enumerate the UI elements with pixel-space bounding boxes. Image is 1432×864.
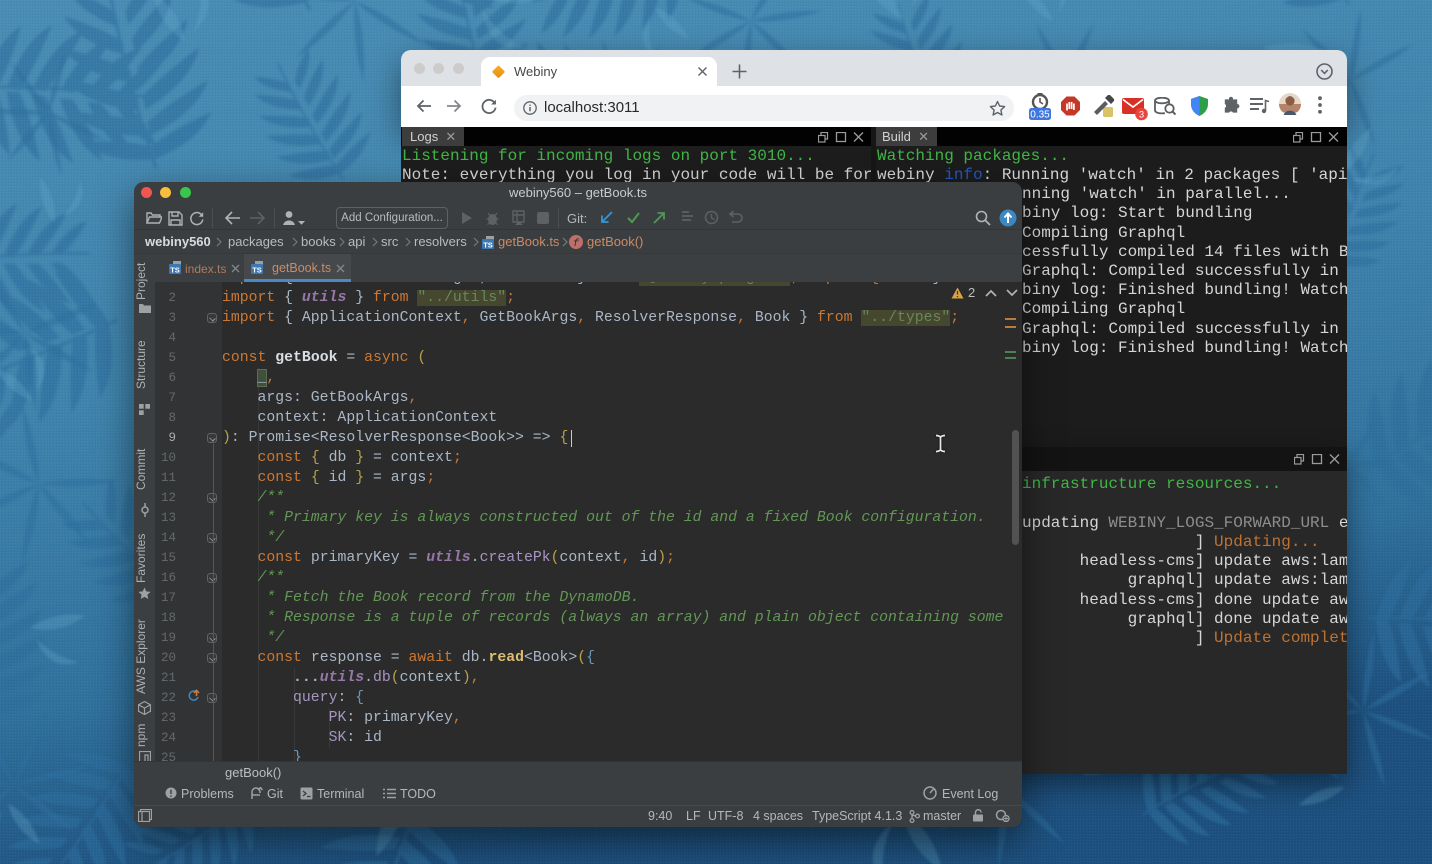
svg-text:f: f xyxy=(573,238,580,249)
svg-text:TS: TS xyxy=(483,241,493,250)
svg-text:0.35: 0.35 xyxy=(1030,110,1050,121)
svg-text:TS: TS xyxy=(252,266,262,275)
svg-text:3: 3 xyxy=(1139,110,1144,121)
svg-text:TS: TS xyxy=(170,266,180,275)
